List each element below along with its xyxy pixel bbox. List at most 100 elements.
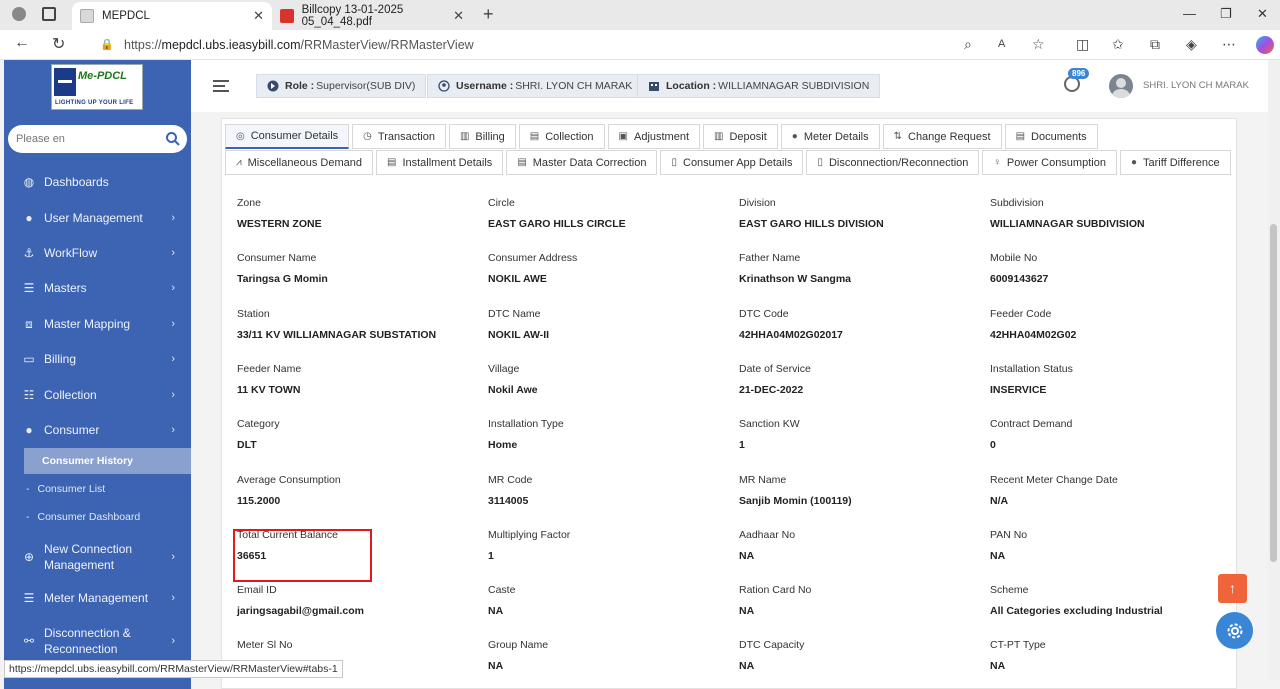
lock-icon[interactable]: 🔒 [100, 34, 114, 57]
tab-label: Consumer Details [250, 130, 339, 142]
tab-billing[interactable]: ▥ Billing [448, 124, 516, 149]
tab-deposit[interactable]: ▥ Deposit [703, 124, 778, 149]
field-label: Meter Sl No [237, 639, 293, 651]
field-value: Krinathson W Sangma [739, 273, 852, 285]
location-value: WILLIAMNAGAR SUBDIVISION [718, 80, 870, 92]
sidebar-item-billing[interactable]: ▭ Billing › [4, 344, 191, 374]
sidebar-item-collection[interactable]: ☷ Collection › [4, 380, 191, 410]
sidebar-item-consumer[interactable]: ● Consumer › [4, 415, 191, 445]
favorites-icon[interactable]: ✩ [1112, 36, 1124, 53]
field-label: Scheme [990, 584, 1029, 596]
tab-change-request[interactable]: ⇅ Change Request [882, 124, 1002, 149]
settings-button[interactable] [1216, 612, 1253, 649]
tab-meter-details[interactable]: ● Meter Details [780, 124, 880, 149]
close-window-icon[interactable]: ✕ [1257, 6, 1268, 22]
tab-consumer-details[interactable]: ◎ Consumer Details [225, 124, 350, 149]
tab-actions-icon[interactable] [42, 7, 56, 21]
sidebar-item-disconnection[interactable]: ⚯ Disconnection & Reconnection › [4, 622, 191, 660]
tab-transaction[interactable]: ◷ Transaction [352, 124, 446, 149]
field-label: Aadhaar No [739, 529, 796, 541]
page-scrollbar[interactable] [1268, 60, 1280, 680]
tab-disconnection-reconnection[interactable]: ▯ Disconnection/Reconnection [806, 150, 980, 175]
back-icon[interactable]: ← [14, 34, 30, 52]
role-icon [267, 80, 279, 92]
search-input[interactable] [8, 125, 148, 153]
field-dtc-capacity: DTC Capacity NA [739, 639, 804, 672]
field-value: 42HHA04M02G02 [990, 329, 1077, 341]
search-icon[interactable] [165, 131, 181, 147]
notification-badge: 896 [1068, 68, 1090, 79]
browser-tab-mepdcl[interactable]: MEPDCL ✕ [72, 2, 272, 30]
close-tab-icon[interactable]: ✕ [253, 8, 264, 24]
scrollbar-thumb[interactable] [1270, 224, 1277, 562]
sidebar-item-label: Collection [44, 388, 97, 402]
tab-collection[interactable]: ▤ Collection [518, 124, 605, 149]
field-aadhaar-no: Aadhaar No NA [739, 529, 795, 562]
sidebar-item-dashboards[interactable]: ◍ Dashboards [4, 167, 191, 197]
tab-documents[interactable]: ▤ Documents [1004, 124, 1098, 149]
tab-adjustment[interactable]: ▣ Adjustment [607, 124, 701, 149]
tab-installment-details[interactable]: ▤ Installment Details [375, 150, 504, 175]
maximize-icon[interactable]: ❐ [1220, 6, 1232, 22]
avatar[interactable] [1109, 74, 1133, 98]
tab-master-data-correction[interactable]: ▤ Master Data Correction [506, 150, 658, 175]
field-average-consumption: Average Consumption 115.2000 [237, 474, 341, 507]
field-value: 3114005 [488, 495, 529, 507]
field-value: 115.2000 [237, 495, 281, 507]
field-value: NA [990, 660, 1006, 672]
field-value: WILLIAMNAGAR SUBDIVISION [990, 218, 1145, 230]
field-label: PAN No [990, 529, 1028, 541]
user-circle-icon [438, 80, 450, 92]
field-label: Consumer Name [237, 252, 317, 264]
sidebar-subitem-consumer-list[interactable]: - Consumer List [4, 476, 191, 502]
field-station: Station 33/11 KV WILLIAMNAGAR SUBSTATION [237, 308, 436, 341]
split-screen-icon[interactable]: ◫ [1076, 36, 1089, 53]
tab-title: Billcopy 13-01-2025 05_04_48.pdf [301, 4, 404, 28]
tab-power-consumption[interactable]: ♀ Power Consumption [982, 150, 1117, 175]
minimize-icon[interactable]: — [1183, 6, 1196, 21]
more-menu-icon[interactable]: ⋯ [1222, 36, 1236, 53]
field-zone: Zone WESTERN ZONE [237, 197, 322, 230]
sidebar-item-master-mapping[interactable]: ⧈ Master Mapping › [4, 309, 191, 339]
sidebar-subitem-consumer-history[interactable]: Consumer History [24, 448, 191, 474]
header-username[interactable]: SHRI. LYON CH MARAK [1143, 80, 1249, 91]
menu-toggle-icon[interactable] [213, 80, 229, 92]
field-group-name: Group Name NA [488, 639, 548, 672]
extensions-icon[interactable]: ◈ [1186, 36, 1197, 53]
refresh-icon[interactable]: ↻ [52, 34, 65, 54]
field-label: Installation Status [990, 363, 1073, 375]
tab-consumer-app-details[interactable]: ▯ Consumer App Details [660, 150, 804, 175]
new-tab-icon[interactable]: + [483, 4, 494, 25]
field-value: Taringsa G Momin [237, 273, 328, 285]
scroll-top-button[interactable]: ↑ [1218, 574, 1247, 603]
field-label: Recent Meter Change Date [990, 474, 1118, 486]
chevron-right-icon: › [171, 551, 175, 563]
sidebar-item-label: WorkFlow [44, 246, 98, 260]
read-aloud-icon[interactable]: A [998, 38, 1005, 50]
tab-title: MEPDCL [102, 10, 150, 22]
logo[interactable]: Me-PDCL LIGHTING UP YOUR LIFE [51, 64, 143, 110]
list-icon: ☷ [23, 388, 35, 402]
tab-miscellaneous-demand[interactable]: ⩘ Miscellaneous Demand [225, 150, 373, 175]
copilot-icon[interactable] [1256, 36, 1274, 54]
field-contract-demand: Contract Demand 0 [990, 418, 1072, 451]
sidebar-item-masters[interactable]: ☰ Masters › [4, 273, 191, 303]
browser-tab-pdf[interactable]: Billcopy 13-01-2025 05_04_48.pdf ✕ [272, 2, 472, 30]
zoom-icon[interactable]: ⌕ [964, 36, 972, 53]
collections-icon[interactable]: ⧉ [1150, 36, 1160, 53]
favorite-star-icon[interactable]: ☆ [1032, 36, 1045, 53]
sidebar-item-new-connection[interactable]: ⊕ New Connection Management › [4, 538, 191, 576]
url-field[interactable]: 🔒 https://mepdcl.ubs.ieasybill.com/RRMas… [88, 34, 1058, 57]
tab-icon: ▥ [459, 131, 470, 142]
tab-tariff-difference[interactable]: ● Tariff Difference [1119, 150, 1231, 175]
field-value: DLT [237, 439, 257, 451]
sidebar-item-meter-management[interactable]: ☰ Meter Management › [4, 583, 191, 613]
sidebar-item-user-management[interactable]: ● User Management › [4, 203, 191, 233]
tab-label: Adjustment [633, 130, 690, 143]
sidebar-item-workflow[interactable]: ⚓ WorkFlow › [4, 238, 191, 268]
profile-icon[interactable] [12, 7, 26, 21]
close-tab-icon[interactable]: ✕ [453, 8, 464, 24]
sidebar-subitem-consumer-dashboard[interactable]: - Consumer Dashboard [4, 504, 191, 530]
chevron-right-icon: › [171, 389, 175, 401]
field-email-id: Email ID jaringsagabil@gmail.com [237, 584, 364, 617]
